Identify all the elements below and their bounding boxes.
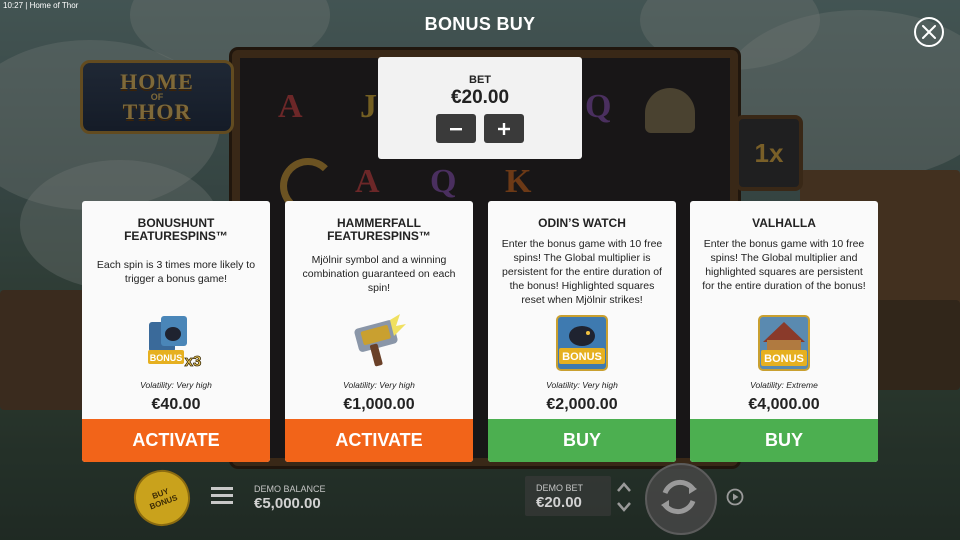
demo-bet-label: DEMO BET <box>536 483 584 493</box>
close-icon <box>922 25 936 39</box>
volatility-label: Volatility: Extreme <box>750 380 818 390</box>
bet-value: €20.00 <box>450 87 510 108</box>
chevron-up-icon[interactable] <box>615 480 633 494</box>
window-titlebar: 10:27 | Home of Thor <box>3 1 79 10</box>
activate-bonushunt-button[interactable]: ACTIVATE <box>82 419 270 462</box>
bonus-card-bonushunt: BONUSHUNT FEATURESPINS™ Each spin is 3 t… <box>82 201 270 462</box>
bonus-card-odins-watch: ODIN’S WATCH Enter the bonus game with 1… <box>488 201 676 462</box>
card-title: ODIN’S WATCH <box>538 216 626 230</box>
mjolnir-hammer-icon <box>354 314 406 367</box>
icon-bonus-text: BONUS <box>764 353 804 365</box>
minus-icon <box>450 127 462 130</box>
autoplay-icon[interactable] <box>725 487 745 507</box>
bet-panel: BET €20.00 <box>378 57 582 159</box>
buy-odins-watch-button[interactable]: BUY <box>488 419 676 462</box>
clock: 10:27 <box>3 1 24 10</box>
card-title: VALHALLA <box>752 216 816 230</box>
card-price: €40.00 <box>151 396 201 413</box>
menu-icon[interactable] <box>211 487 233 505</box>
spin-button[interactable] <box>645 463 717 535</box>
bet-label: BET <box>469 74 491 86</box>
card-price: €4,000.00 <box>748 396 820 413</box>
demo-bet-value: €20.00 <box>536 494 582 511</box>
balance-label: DEMO BALANCE <box>254 484 326 494</box>
raven-bonus-icon: BONUS <box>556 315 608 371</box>
volatility-label: Volatility: Very high <box>546 380 618 390</box>
demo-bet-display: DEMO BET €20.00 <box>525 476 611 516</box>
chevron-down-icon[interactable] <box>615 500 633 514</box>
card-description: Enter the bonus game with 10 free spins!… <box>501 238 663 306</box>
bonus-card-valhalla: VALHALLA Enter the bonus game with 10 fr… <box>690 201 878 462</box>
icon-multiplier-text: x3 <box>185 353 202 370</box>
raven-bonus-x3-icon: BONUS x3 <box>148 316 202 370</box>
card-title: HAMMERFALL FEATURESPINS™ <box>327 216 431 243</box>
bonus-card-hammerfall: HAMMERFALL FEATURESPINS™ Mjölnir symbol … <box>285 201 473 462</box>
decrease-bet-button[interactable] <box>436 114 476 143</box>
card-description: Mjölnir symbol and a winning combination… <box>302 254 456 294</box>
card-price: €2,000.00 <box>546 396 618 413</box>
close-button[interactable] <box>914 17 944 47</box>
card-title: BONUSHUNT FEATURESPINS™ <box>124 216 228 243</box>
card-description: Each spin is 3 times more likely to trig… <box>96 259 256 285</box>
volatility-label: Volatility: Very high <box>140 380 212 390</box>
balance-value: €5,000.00 <box>254 495 321 512</box>
window-title: Home of Thor <box>29 1 79 10</box>
card-price: €1,000.00 <box>343 396 415 413</box>
page-title: BONUS BUY <box>424 14 536 34</box>
card-description: Enter the bonus game with 10 free spins!… <box>702 238 866 292</box>
icon-bonus-text: BONUS <box>150 353 183 363</box>
plus-icon <box>498 122 510 135</box>
increase-bet-button[interactable] <box>484 114 524 143</box>
icon-bonus-text: BONUS <box>562 351 602 363</box>
buy-bonus-label: BUY BONUS <box>148 486 179 512</box>
activate-hammerfall-button[interactable]: ACTIVATE <box>285 419 473 462</box>
spin-arrows-icon <box>661 479 697 515</box>
longhouse-bonus-icon: BONUS <box>758 315 810 371</box>
volatility-label: Volatility: Very high <box>343 380 415 390</box>
buy-valhalla-button[interactable]: BUY <box>690 419 878 462</box>
